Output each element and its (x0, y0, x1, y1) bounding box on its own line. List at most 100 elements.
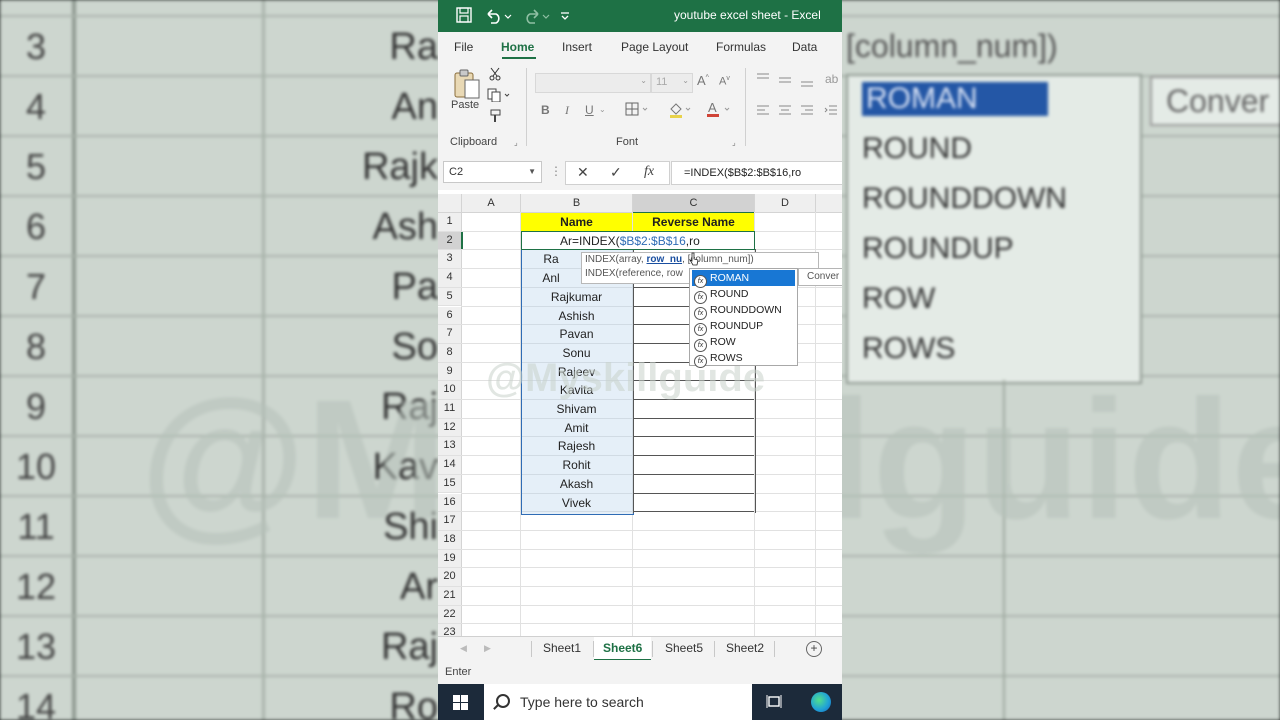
autocomplete-item[interactable]: fx ROUND (692, 286, 795, 304)
row-header[interactable]: 11 (438, 400, 462, 419)
tab-insert[interactable]: Insert (562, 40, 592, 54)
bold-button[interactable]: B (541, 103, 550, 117)
sheet-tab-sheet2[interactable]: Sheet2 (726, 641, 764, 655)
save-icon[interactable] (456, 7, 472, 25)
name-cell[interactable]: Rajesh (521, 438, 632, 455)
row-header[interactable]: 23 (438, 624, 462, 636)
autocomplete-item[interactable]: fx ROUNDUP (692, 318, 795, 336)
paste-icon[interactable] (452, 68, 482, 103)
name-box[interactable]: C2 ▼ (443, 161, 542, 183)
row-header[interactable]: 7 (438, 325, 462, 344)
align-right-icon[interactable] (800, 104, 814, 119)
fill-color-icon[interactable] (668, 102, 692, 121)
chevron-down-icon[interactable]: ▼ (528, 162, 536, 182)
taskbar-search-box[interactable]: Type here to search (484, 684, 752, 720)
task-view-icon[interactable] (766, 694, 782, 710)
name-cell[interactable]: Anl (521, 270, 581, 287)
align-top-icon[interactable] (756, 72, 770, 87)
tab-page-layout[interactable]: Page Layout (621, 40, 688, 54)
align-left-icon[interactable] (756, 104, 770, 119)
name-cell[interactable]: Ra (521, 251, 581, 268)
in-cell-edit-text[interactable]: Ar=INDEX($B$2:$B$16,ro (560, 234, 700, 248)
autocomplete-item[interactable]: fx ROWS (692, 350, 795, 368)
select-all-corner[interactable] (438, 194, 462, 213)
italic-button[interactable]: I (565, 103, 569, 118)
underline-dropdown-icon[interactable]: ⌄ (599, 105, 606, 114)
name-cell[interactable]: Vivek (521, 495, 632, 512)
row-header[interactable]: 10 (438, 381, 462, 400)
indent-icon[interactable] (824, 104, 838, 119)
row-header[interactable]: 3 (438, 250, 462, 270)
paste-label[interactable]: Paste (451, 99, 479, 111)
underline-button[interactable]: U (585, 103, 594, 117)
sheet-tab-sheet6[interactable]: Sheet6 (603, 641, 642, 655)
row-header[interactable]: 4 (438, 269, 462, 288)
row-header[interactable]: 13 (438, 437, 462, 457)
decrease-font-icon[interactable]: Av (719, 75, 730, 88)
name-cell[interactable]: Ashish (521, 308, 632, 325)
edge-browser-icon[interactable] (811, 692, 831, 712)
name-cell[interactable]: Amit (521, 420, 632, 437)
row-header[interactable]: 22 (438, 605, 462, 625)
sheet-tab-sheet1[interactable]: Sheet1 (543, 641, 581, 655)
undo-icon[interactable] (484, 7, 512, 25)
copy-icon[interactable] (487, 88, 511, 105)
row-header[interactable]: 2 (438, 231, 463, 251)
tab-home[interactable]: Home (501, 40, 534, 54)
name-cell[interactable]: Shivam (521, 401, 632, 418)
header-cell-name[interactable]: Name (521, 213, 632, 231)
font-name-select[interactable]: ⌄ (535, 73, 651, 93)
scroll-left-icon[interactable]: ◀ (460, 643, 467, 654)
tab-formulas[interactable]: Formulas (716, 40, 766, 54)
autocomplete-item[interactable]: fx ROMAN (692, 270, 795, 288)
autocomplete-item[interactable]: fx ROUNDDOWN (692, 302, 795, 320)
row-header[interactable]: 19 (438, 549, 462, 569)
align-center-icon[interactable] (778, 104, 792, 119)
row-header[interactable]: 1 (438, 213, 462, 232)
insert-function-icon[interactable]: fx (644, 164, 654, 180)
name-cell[interactable]: Akash (521, 476, 632, 493)
column-header-e[interactable] (816, 194, 842, 213)
row-header[interactable]: 18 (438, 530, 462, 550)
row-header[interactable]: 8 (438, 343, 462, 363)
row-header[interactable]: 14 (438, 456, 462, 475)
format-painter-icon[interactable] (488, 109, 502, 126)
name-cell[interactable]: Rohit (521, 457, 632, 474)
header-cell-reverse-name[interactable]: Reverse Name (633, 213, 754, 231)
cancel-icon[interactable]: ✕ (577, 164, 589, 181)
font-color-icon[interactable]: A (706, 100, 732, 121)
borders-icon[interactable] (625, 102, 649, 119)
increase-font-icon[interactable]: A^ (697, 73, 709, 88)
row-header[interactable]: 16 (438, 493, 462, 513)
font-size-select[interactable]: 11 ⌄ (651, 73, 693, 93)
orientation-icon[interactable]: ab (825, 72, 838, 86)
column-header-d[interactable]: D (755, 194, 816, 213)
row-header[interactable]: 21 (438, 587, 462, 606)
redo-icon[interactable] (522, 7, 550, 25)
row-header[interactable]: 15 (438, 474, 462, 494)
sheet-tab-sheet5[interactable]: Sheet5 (665, 641, 703, 655)
autocomplete-item[interactable]: fx ROW (692, 334, 795, 352)
font-launcher-icon[interactable]: ⌟ (732, 138, 736, 147)
tab-file[interactable]: File (454, 40, 473, 54)
column-header-b[interactable]: B (521, 194, 633, 213)
column-header-a[interactable]: A (462, 194, 521, 213)
row-header[interactable]: 6 (438, 306, 462, 326)
clipboard-launcher-icon[interactable]: ⌟ (514, 138, 518, 147)
tooltip-line-array[interactable]: INDEX(array, row_nu, [column_num]) (585, 253, 818, 267)
name-cell[interactable]: Pavan (521, 326, 632, 343)
formula-input[interactable]: =INDEX($B$2:$B$16,ro (671, 161, 842, 185)
enter-icon[interactable]: ✓ (610, 164, 622, 181)
row-header[interactable]: 17 (438, 512, 462, 531)
cut-icon[interactable] (489, 67, 501, 84)
add-sheet-icon[interactable]: + (806, 641, 822, 657)
align-middle-icon[interactable] (778, 74, 792, 89)
row-header[interactable]: 20 (438, 568, 462, 587)
row-header[interactable]: 12 (438, 418, 462, 438)
align-bottom-icon[interactable] (800, 76, 814, 91)
column-header-c[interactable]: C (633, 194, 755, 214)
tab-data[interactable]: Data (792, 40, 817, 54)
worksheet-grid[interactable]: A B C D 1 2 3 4 5 6 7 8 9 10 11 12 13 14 15 16 17 18 19 20 2… (438, 190, 842, 636)
customize-toolbar-icon[interactable] (560, 7, 570, 25)
scroll-right-icon[interactable]: ▶ (484, 643, 491, 654)
